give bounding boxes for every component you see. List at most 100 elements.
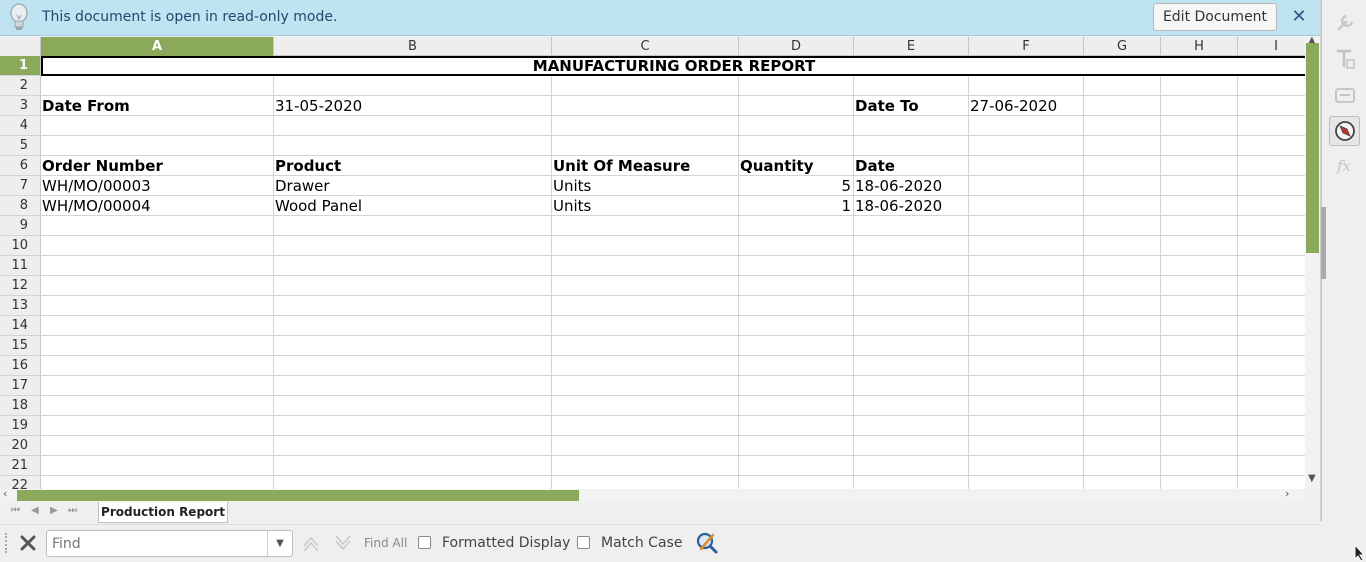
formatted-display-label: Formatted Display [442, 535, 571, 551]
row-header[interactable]: 17 [0, 376, 41, 396]
column-header-h[interactable]: H [1161, 37, 1238, 56]
header-order-number[interactable]: Order Number [41, 156, 273, 176]
row-header[interactable]: 4 [0, 116, 41, 136]
cell-area[interactable]: MANUFACTURING ORDER REPORT Date From 31-… [41, 56, 1305, 489]
scroll-right-icon[interactable]: › [1285, 487, 1289, 500]
gridline [41, 415, 1305, 416]
row-header[interactable]: 13 [0, 296, 41, 316]
column-header-a[interactable]: A [41, 37, 274, 56]
gridline [1160, 56, 1161, 489]
first-sheet-icon[interactable]: ⏮ [11, 505, 20, 516]
row-header[interactable]: 3 [0, 96, 41, 116]
find-toolbar: ▼ Find All Formatted Display Match Case [0, 524, 1320, 562]
uom-cell[interactable]: Units [552, 196, 738, 216]
row-header[interactable]: 20 [0, 436, 41, 456]
date-to-label-cell[interactable]: Date To [854, 96, 968, 116]
close-findbar-icon[interactable] [18, 533, 38, 553]
date-cell[interactable]: 18-06-2020 [854, 196, 968, 216]
row-header[interactable]: 8 [0, 196, 41, 216]
header-unit-of-measure[interactable]: Unit Of Measure [552, 156, 738, 176]
match-case-label: Match Case [601, 535, 683, 551]
find-all-button[interactable]: Find All [364, 536, 407, 550]
header-date[interactable]: Date [854, 156, 968, 176]
scroll-down-icon[interactable]: ▼ [1308, 473, 1316, 484]
column-header-d[interactable]: D [739, 37, 854, 56]
row-header[interactable]: 11 [0, 256, 41, 276]
quantity-cell[interactable]: 5 [739, 176, 853, 196]
report-title-cell[interactable]: MANUFACTURING ORDER REPORT [41, 56, 1305, 76]
spreadsheet-grid[interactable]: A B C D E F G H I 1 2 3 4 5 6 7 8 9 10 1… [0, 37, 1320, 489]
find-input[interactable] [47, 531, 257, 556]
gridline [853, 56, 854, 489]
row-header[interactable]: 15 [0, 336, 41, 356]
prev-sheet-icon[interactable]: ◀ [31, 505, 39, 516]
gridline [41, 335, 1305, 336]
row-header[interactable]: 9 [0, 216, 41, 236]
row-header[interactable]: 5 [0, 136, 41, 156]
gridline [968, 56, 969, 489]
column-header-b[interactable]: B [274, 37, 552, 56]
close-infobar-icon[interactable]: ✕ [1290, 6, 1308, 28]
sheet-tab-production-report[interactable]: Production Report [98, 502, 228, 523]
sheet-tab-bar: ⏮ ◀ ▶ ⏭ Production Report [0, 502, 1320, 524]
sidebar-collapse-handle[interactable] [1321, 207, 1326, 279]
properties-icon[interactable] [1334, 48, 1356, 70]
match-case-checkbox[interactable] [577, 536, 590, 549]
scroll-left-icon[interactable]: ‹ [3, 487, 7, 500]
find-combobox[interactable]: ▼ [46, 530, 293, 557]
uom-cell[interactable]: Units [552, 176, 738, 196]
edit-document-button[interactable]: Edit Document [1153, 3, 1277, 31]
row-header[interactable]: 18 [0, 396, 41, 416]
row-header[interactable]: 10 [0, 236, 41, 256]
date-to-value-cell[interactable]: 27-06-2020 [969, 96, 1083, 116]
column-header-g[interactable]: G [1084, 37, 1161, 56]
row-header[interactable]: 1 [0, 56, 41, 76]
order-number-cell[interactable]: WH/MO/00004 [41, 196, 273, 216]
find-next-icon[interactable] [333, 532, 353, 554]
column-header-c[interactable]: C [552, 37, 739, 56]
last-sheet-icon[interactable]: ⏭ [68, 505, 77, 516]
next-sheet-icon[interactable]: ▶ [50, 505, 58, 516]
horizontal-scrollbar[interactable]: ‹ › [0, 487, 1305, 502]
vertical-scroll-thumb[interactable] [1306, 43, 1319, 253]
navigator-button[interactable] [1329, 116, 1360, 146]
header-product[interactable]: Product [274, 156, 551, 176]
row-header[interactable]: 6 [0, 156, 41, 176]
row-header[interactable]: 2 [0, 76, 41, 96]
gridline [1083, 56, 1084, 489]
styles-icon[interactable] [1334, 84, 1356, 106]
row-header[interactable]: 19 [0, 416, 41, 436]
header-quantity[interactable]: Quantity [739, 156, 853, 176]
gridline [41, 375, 1305, 376]
row-header[interactable]: 16 [0, 356, 41, 376]
svg-text:fx: fx [1336, 157, 1352, 175]
date-from-label-cell[interactable]: Date From [41, 96, 273, 116]
find-replace-icon[interactable] [695, 531, 719, 555]
row-header[interactable]: 12 [0, 276, 41, 296]
gridline [41, 235, 1305, 236]
functions-icon[interactable]: fx [1334, 154, 1356, 176]
find-previous-icon[interactable] [301, 532, 321, 554]
row-header[interactable]: 7 [0, 176, 41, 196]
column-header-i[interactable]: I [1238, 37, 1315, 56]
chevron-down-icon[interactable]: ▼ [267, 531, 292, 556]
gridline [41, 315, 1305, 316]
column-header-e[interactable]: E [854, 37, 969, 56]
date-from-value-cell[interactable]: 31-05-2020 [274, 96, 551, 116]
select-all-corner[interactable] [0, 37, 41, 56]
date-cell[interactable]: 18-06-2020 [854, 176, 968, 196]
product-cell[interactable]: Drawer [274, 176, 551, 196]
order-number-cell[interactable]: WH/MO/00003 [41, 176, 273, 196]
quantity-cell[interactable]: 1 [739, 196, 853, 216]
column-header-f[interactable]: F [969, 37, 1084, 56]
row-header[interactable]: 21 [0, 456, 41, 476]
horizontal-scroll-thumb[interactable] [17, 490, 579, 501]
product-cell[interactable]: Wood Panel [274, 196, 551, 216]
wrench-icon[interactable] [1334, 12, 1356, 34]
gridline [738, 56, 739, 489]
toolbar-grip[interactable] [5, 533, 8, 553]
formatted-display-checkbox[interactable] [418, 536, 431, 549]
row-header[interactable]: 14 [0, 316, 41, 336]
gridline [41, 295, 1305, 296]
vertical-scrollbar[interactable]: ▲ ▼ [1305, 37, 1320, 489]
